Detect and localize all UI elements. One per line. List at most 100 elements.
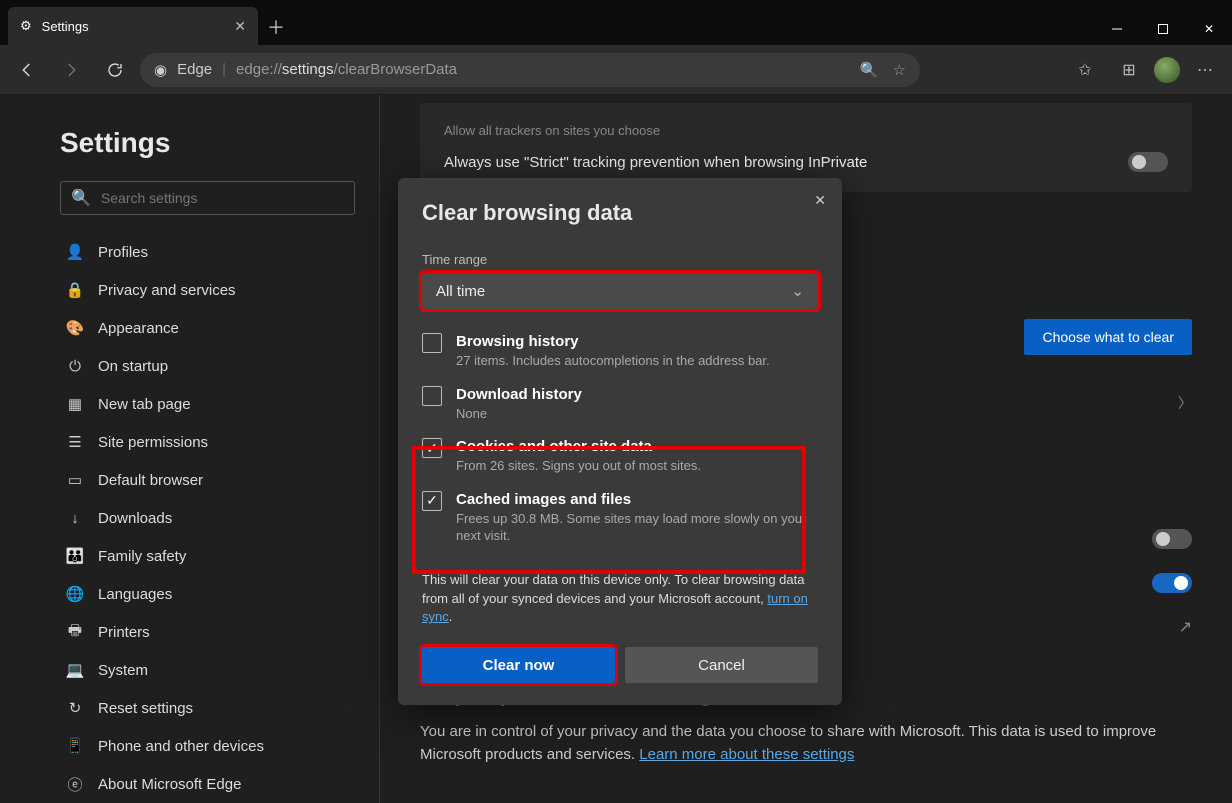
favorites-button[interactable]: ✩: [1066, 51, 1104, 89]
cancel-button[interactable]: Cancel: [625, 647, 818, 683]
sidebar-item-default-browser[interactable]: ▭ Default browser: [60, 461, 351, 499]
strict-label: Always use "Strict" tracking prevention …: [444, 154, 867, 171]
nav-label: Printers: [98, 624, 150, 641]
address-bar[interactable]: ◉ Edge | edge://settings/clearBrowserDat…: [140, 53, 920, 87]
forward-button[interactable]: [52, 51, 90, 89]
item-subtitle: 27 items. Includes autocompletions in th…: [456, 352, 770, 370]
collections-button[interactable]: ⊞: [1110, 51, 1148, 89]
search-icon: 🔍: [71, 188, 91, 208]
item-title: Browsing history: [456, 333, 770, 350]
refresh-button[interactable]: [96, 51, 134, 89]
tab-title: Settings: [42, 19, 89, 34]
toggle-1[interactable]: [1152, 529, 1192, 549]
nav-icon: 👤: [66, 243, 84, 261]
sidebar-item-family-safety[interactable]: 👪Family safety: [60, 537, 351, 575]
close-window-button[interactable]: ✕: [1186, 13, 1232, 45]
minimize-button[interactable]: [1094, 13, 1140, 45]
favorite-icon[interactable]: ☆: [893, 61, 906, 79]
nav-label: Reset settings: [98, 700, 193, 717]
profile-avatar[interactable]: [1154, 57, 1180, 83]
clear-item-3[interactable]: Cached images and files Frees up 30.8 MB.…: [422, 483, 818, 553]
sidebar-item-downloads[interactable]: ↓ Downloads: [60, 499, 351, 537]
clear-item-2[interactable]: Cookies and other site data From 26 sites…: [422, 430, 818, 483]
time-range-select[interactable]: All time ⌄: [422, 273, 818, 309]
clear-item-1[interactable]: Download history None: [422, 378, 818, 431]
item-subtitle: None: [456, 405, 582, 423]
item-subtitle: From 26 sites. Signs you out of most sit…: [456, 457, 701, 475]
nav-icon: 🖶: [66, 620, 84, 645]
sidebar-item-reset-settings[interactable]: ↻ Reset settings: [60, 689, 351, 727]
sidebar-item-appearance[interactable]: 🎨 Appearance: [60, 309, 351, 347]
strict-toggle[interactable]: [1128, 152, 1168, 172]
nav-label: Family safety: [98, 548, 186, 565]
sidebar-item-about-microsoft-edge[interactable]: ⓔ About Microsoft Edge: [60, 765, 351, 803]
back-button[interactable]: [8, 51, 46, 89]
nav-label: Appearance: [98, 320, 179, 337]
search-input[interactable]: [101, 190, 344, 206]
nav-icon: 📱: [66, 737, 84, 755]
dialog-title: Clear browsing data: [422, 200, 818, 226]
item-title: Cached images and files: [456, 491, 818, 508]
brand-label: Edge: [177, 61, 212, 78]
nav-label: New tab page: [98, 396, 191, 413]
clear-data-dialog: ✕ Clear browsing data Time range All tim…: [398, 178, 842, 705]
sidebar-item-phone-and-other-devices[interactable]: 📱 Phone and other devices: [60, 727, 351, 765]
sidebar-item-on-startup[interactable]: ⏻ On startup: [60, 347, 351, 385]
nav-icon: ▦: [66, 395, 84, 413]
gear-icon: ⚙: [20, 18, 32, 34]
edge-logo-icon: ◉: [154, 61, 167, 79]
sidebar-item-privacy-and-services[interactable]: 🔒Privacy and services: [60, 271, 351, 309]
nav-label: About Microsoft Edge: [98, 776, 241, 793]
clear-now-button[interactable]: Clear now: [422, 647, 615, 683]
titlebar: ⚙ Settings ✕ ＋ ✕: [0, 0, 1232, 45]
time-range-label: Time range: [422, 252, 818, 267]
nav-icon: ↓: [66, 510, 84, 527]
sidebar-item-site-permissions[interactable]: ☰Site permissions: [60, 423, 351, 461]
item-subtitle: Frees up 30.8 MB. Some sites may load mo…: [456, 510, 818, 545]
checkbox[interactable]: [422, 438, 442, 458]
checkbox[interactable]: [422, 333, 442, 353]
item-title: Download history: [456, 386, 582, 403]
chevron-right-icon[interactable]: 〉: [1178, 393, 1192, 413]
toolbar: ◉ Edge | edge://settings/clearBrowserDat…: [0, 45, 1232, 95]
sync-note: This will clear your data on this device…: [422, 571, 818, 628]
nav-icon: 🎨: [66, 319, 84, 337]
sidebar-item-printers[interactable]: 🖶 Printers: [60, 613, 351, 651]
maximize-button[interactable]: [1140, 13, 1186, 45]
sidebar-item-languages[interactable]: 🌐Languages: [60, 575, 351, 613]
nav-icon: ⓔ: [66, 774, 84, 795]
nav-label: Phone and other devices: [98, 738, 264, 755]
item-title: Cookies and other site data: [456, 438, 701, 455]
close-tab-icon[interactable]: ✕: [234, 18, 246, 35]
nav-icon: 🔒: [66, 281, 84, 299]
nav-label: On startup: [98, 358, 168, 375]
settings-heading: Settings: [60, 127, 351, 159]
external-link-icon[interactable]: ↗: [1179, 617, 1192, 637]
browser-tab[interactable]: ⚙ Settings ✕: [8, 7, 258, 45]
close-dialog-button[interactable]: ✕: [814, 192, 826, 209]
new-tab-button[interactable]: ＋: [258, 9, 294, 45]
window-controls: ✕: [1094, 13, 1232, 45]
sidebar-item-new-tab-page[interactable]: ▦ New tab page: [60, 385, 351, 423]
nav-icon: ▭: [66, 471, 84, 489]
sidebar-item-system[interactable]: 💻System: [60, 651, 351, 689]
zoom-icon[interactable]: 🔍: [860, 61, 879, 79]
url-text: edge://settings/clearBrowserData: [236, 61, 457, 78]
nav-label: Downloads: [98, 510, 172, 527]
search-settings[interactable]: 🔍: [60, 181, 355, 215]
nav-label: Site permissions: [98, 434, 208, 451]
nav-label: System: [98, 662, 148, 679]
checkbox[interactable]: [422, 491, 442, 511]
choose-clear-button[interactable]: Choose what to clear: [1024, 319, 1192, 355]
nav-label: Default browser: [98, 472, 203, 489]
sidebar-item-profiles[interactable]: 👤Profiles: [60, 233, 351, 271]
nav-icon: ↻: [66, 699, 84, 717]
nav-icon: ⏻: [66, 358, 84, 375]
learn-more-link-2[interactable]: Learn more about these settings: [639, 746, 854, 763]
checkbox[interactable]: [422, 386, 442, 406]
help-body: You are in control of your privacy and t…: [420, 721, 1192, 766]
clear-item-0[interactable]: Browsing history 27 items. Includes autoc…: [422, 325, 818, 378]
tracker-subtext: Allow all trackers on sites you choose: [444, 123, 1168, 138]
more-menu-button[interactable]: ⋯: [1186, 51, 1224, 89]
toggle-2[interactable]: [1152, 573, 1192, 593]
